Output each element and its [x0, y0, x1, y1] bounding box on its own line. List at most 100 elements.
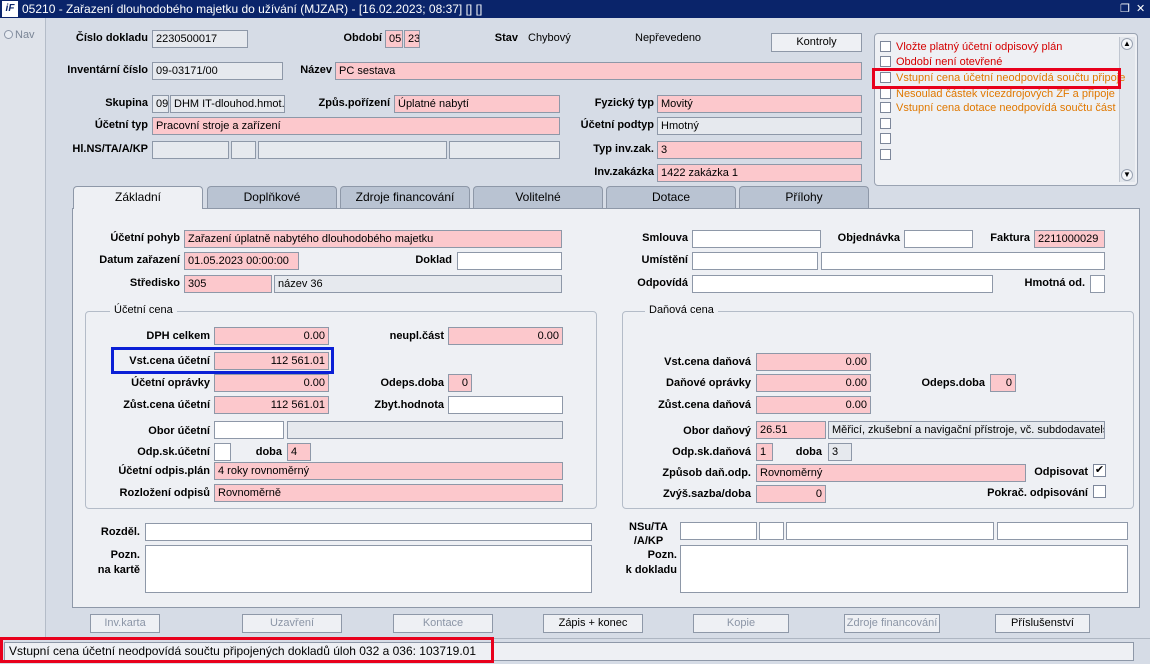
tab-3[interactable]: Zdroje financování [340, 186, 470, 208]
ucetni-odpis-plan-field[interactable]: 4 roky rovnoměrný [214, 462, 563, 480]
doba-ucetni-label: doba [255, 446, 282, 458]
uzavreni-button[interactable]: Uzavření [242, 614, 342, 633]
message-row[interactable] [880, 132, 896, 146]
nav-toggle[interactable]: Nav [4, 29, 35, 41]
dph-celkem-field[interactable]: 0.00 [214, 327, 329, 345]
message-row[interactable]: Vložte platný účetní odpisový plán [880, 40, 1062, 54]
pokrac-odpisovani-checkbox[interactable] [1093, 485, 1106, 498]
doba-ucetni-field[interactable]: 4 [287, 443, 311, 461]
kontroly-button[interactable]: Kontroly [771, 33, 862, 52]
skupina-code-field[interactable]: 09 [152, 95, 169, 113]
message-row[interactable]: Nesoulad částek vícezdrojových ZF a přip… [880, 87, 1115, 101]
odeps-doba-danova-field[interactable]: 0 [990, 374, 1016, 392]
rozdel-field[interactable] [145, 523, 592, 541]
obor-ucetni-name-field[interactable] [287, 421, 563, 439]
hmotna-od-field[interactable] [1090, 275, 1105, 293]
fyzicky-typ-field[interactable]: Movitý [657, 95, 862, 113]
close-window-icon[interactable]: ✕ [1136, 0, 1145, 18]
vst-cena-danova-field[interactable]: 0.00 [756, 353, 871, 371]
zpus-porizeni-field[interactable]: Úplatné nabytí [394, 95, 560, 113]
umisteni-code-field[interactable] [692, 252, 818, 270]
odp-sk-danova-field[interactable]: 1 [756, 443, 773, 461]
obor-ucetni-label: Obor účetní [148, 425, 210, 437]
zpusob-dan-odp-field[interactable]: Rovnoměrný [756, 464, 1026, 482]
danove-opravky-field[interactable]: 0.00 [756, 374, 871, 392]
umisteni-name-field[interactable] [821, 252, 1105, 270]
messages-scrollbar[interactable]: ▲ ▼ [1119, 37, 1135, 182]
hins-field-2[interactable] [231, 141, 256, 159]
obor-ucetni-code-field[interactable] [214, 421, 284, 439]
hins-field-3[interactable] [258, 141, 447, 159]
scroll-down-icon[interactable]: ▼ [1121, 169, 1133, 181]
ucetni-opravky-field[interactable]: 0.00 [214, 374, 329, 392]
stav-label: Stav [494, 32, 518, 44]
tab-1[interactable]: Základní [73, 186, 203, 209]
tab-4[interactable]: Volitelné [473, 186, 603, 208]
nsu-field-1[interactable] [680, 522, 757, 540]
message-checkbox[interactable] [880, 88, 891, 99]
message-checkbox[interactable] [880, 149, 891, 160]
nsu-field-2[interactable] [759, 522, 784, 540]
message-checkbox[interactable] [880, 118, 891, 129]
doba-danova-field[interactable]: 3 [828, 443, 852, 461]
odpisovat-checkbox[interactable]: ✔ [1093, 464, 1106, 477]
hins-field-1[interactable] [152, 141, 229, 159]
hins-field-4[interactable] [449, 141, 560, 159]
zdroje-financovani-button[interactable]: Zdroje financování [844, 614, 940, 633]
neupl-cast-field[interactable]: 0.00 [448, 327, 563, 345]
fyzicky-typ-label: Fyzický typ [594, 97, 654, 109]
smlouva-field[interactable] [692, 230, 821, 248]
tab-6[interactable]: Přílohy [739, 186, 869, 208]
faktura-field[interactable]: 2211000029 [1034, 230, 1105, 248]
inv-zakazka-field[interactable]: 1422 zakázka 1 [657, 164, 862, 182]
zust-cena-danova-field[interactable]: 0.00 [756, 396, 871, 414]
stredisko-name-field[interactable]: název 36 [274, 275, 562, 293]
restore-window-icon[interactable]: ❐ [1120, 0, 1130, 18]
ucetni-pohyb-field[interactable]: Zařazení úplatně nabytého dlouhodobého m… [184, 230, 562, 248]
message-checkbox[interactable] [880, 102, 891, 113]
stredisko-code-field[interactable]: 305 [184, 275, 272, 293]
message-checkbox[interactable] [880, 41, 891, 52]
ucetni-opravky-label: Účetní oprávky [131, 377, 210, 389]
message-checkbox[interactable] [880, 133, 891, 144]
nsu-field-3[interactable] [786, 522, 994, 540]
zapis-konec-button[interactable]: Zápis + konec [543, 614, 643, 633]
tab-5[interactable]: Dotace [606, 186, 736, 208]
rozlozeni-odpisu-field[interactable]: Rovnoměrně [214, 484, 563, 502]
inventarni-cislo-field[interactable]: 09-03171/00 [152, 62, 283, 80]
nsu-field-4[interactable] [997, 522, 1128, 540]
obdobi-month-field[interactable]: 05 [385, 30, 403, 48]
odpovida-field[interactable] [692, 275, 993, 293]
odeps-doba-ucetni-field[interactable]: 0 [448, 374, 472, 392]
prislusenstvi-button[interactable]: Příslušenství [995, 614, 1090, 633]
obor-danovy-code-field[interactable]: 26.51 [756, 421, 826, 439]
scroll-up-icon[interactable]: ▲ [1121, 38, 1133, 50]
tab-2[interactable]: Doplňkové [207, 186, 337, 208]
objednavka-field[interactable] [904, 230, 973, 248]
doklad-field[interactable] [457, 252, 562, 270]
nazev-field[interactable]: PC sestava [335, 62, 862, 80]
inv-karta-button[interactable]: Inv.karta [90, 614, 160, 633]
message-row[interactable]: Období není otevřené [880, 55, 1002, 69]
message-row[interactable] [880, 117, 896, 131]
obor-danovy-name-field[interactable]: Měřicí, zkušební a navigační přístroje, … [828, 421, 1105, 439]
kontace-button[interactable]: Kontace [393, 614, 493, 633]
pozn-karte-textarea[interactable] [145, 545, 592, 593]
odp-sk-ucetni-field[interactable] [214, 443, 231, 461]
obdobi-year-field[interactable]: 23 [404, 30, 420, 48]
typ-inv-zak-field[interactable]: 3 [657, 141, 862, 159]
skupina-name-field[interactable]: DHM IT-dlouhod.hmot.m [170, 95, 285, 113]
cislo-dokladu-field[interactable]: 2230500017 [152, 30, 248, 48]
ucetni-podtyp-field[interactable]: Hmotný [657, 117, 862, 135]
nav-radio-icon [4, 30, 13, 39]
message-row[interactable]: Vstupní cena dotace neodpovídá součtu čá… [880, 101, 1116, 115]
kopie-button[interactable]: Kopie [693, 614, 789, 633]
message-row[interactable] [880, 148, 896, 162]
message-checkbox[interactable] [880, 56, 891, 67]
ucetni-typ-field[interactable]: Pracovní stroje a zařízení [152, 117, 560, 135]
pozn-dokladu-textarea[interactable] [680, 545, 1128, 593]
zvys-sazba-field[interactable]: 0 [756, 485, 826, 503]
zust-cena-ucetni-field[interactable]: 112 561.01 [214, 396, 329, 414]
zbyt-hodnota-field[interactable] [448, 396, 563, 414]
datum-zarazeni-field[interactable]: 01.05.2023 00:00:00 [184, 252, 299, 270]
